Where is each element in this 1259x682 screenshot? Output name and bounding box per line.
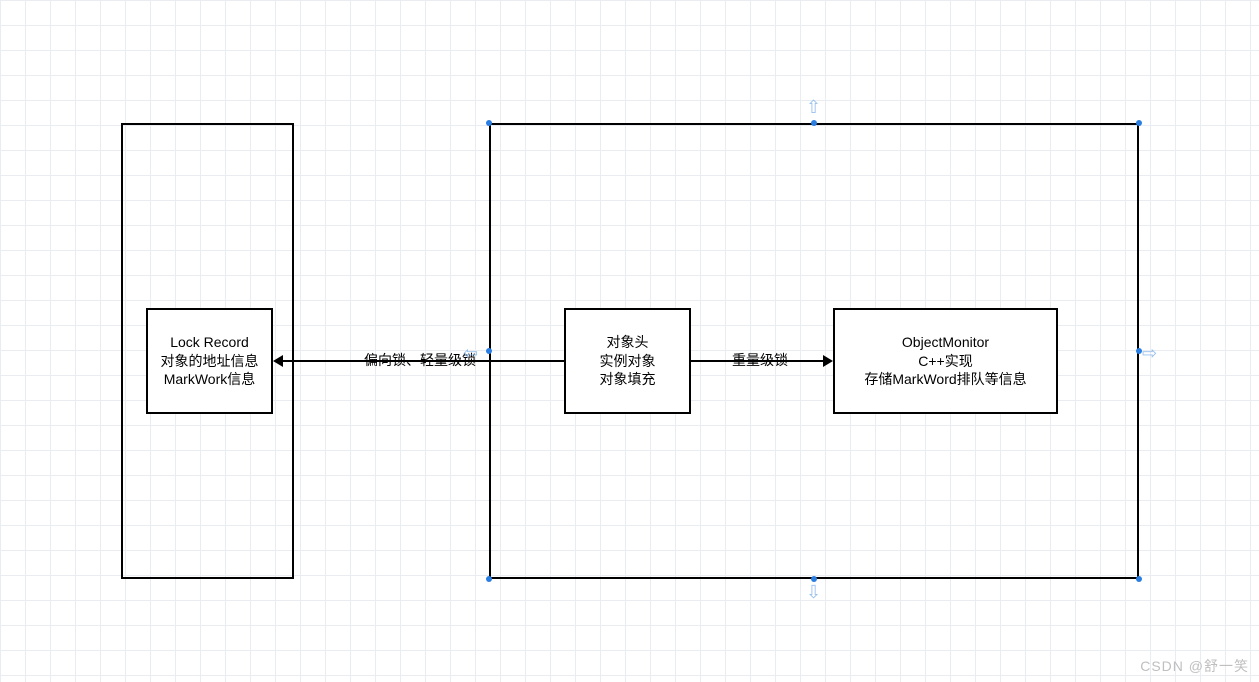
node-lock-record: Lock Record 对象的地址信息 MarkWork信息 [146, 308, 273, 414]
selection-handle[interactable] [486, 348, 492, 354]
edge-heavy-line [691, 360, 823, 362]
selection-arrow-up-icon: ⇧ [806, 97, 821, 118]
selection-handle[interactable] [811, 120, 817, 126]
selection-arrow-down-icon: ⇩ [806, 582, 821, 603]
selection-handle[interactable] [1136, 576, 1142, 582]
object-monitor-line2: C++实现 [918, 352, 972, 371]
diagram-canvas: Lock Record 对象的地址信息 MarkWork信息 对象头 实例对象 … [0, 0, 1259, 682]
selection-handle[interactable] [486, 120, 492, 126]
edge-bias-light-arrowhead [273, 355, 283, 367]
edge-bias-light-line [283, 360, 564, 362]
node-object-head: 对象头 实例对象 对象填充 [564, 308, 691, 414]
object-head-line3: 对象填充 [600, 370, 656, 389]
node-object-monitor: ObjectMonitor C++实现 存储MarkWord排队等信息 [833, 308, 1058, 414]
edge-heavy-arrowhead [823, 355, 833, 367]
lock-record-line3: MarkWork信息 [164, 370, 256, 389]
watermark-text: CSDN @舒一笑 [1140, 656, 1249, 676]
lock-record-line2: 对象的地址信息 [161, 352, 259, 371]
selection-arrow-right-icon: ⇨ [1142, 343, 1157, 364]
selection-handle[interactable] [1136, 348, 1142, 354]
selection-handle[interactable] [1136, 120, 1142, 126]
object-head-line2: 实例对象 [600, 352, 656, 371]
lock-record-line1: Lock Record [170, 333, 249, 352]
object-monitor-line3: 存储MarkWord排队等信息 [864, 370, 1026, 389]
object-monitor-line1: ObjectMonitor [902, 333, 989, 352]
selection-handle[interactable] [486, 576, 492, 582]
selection-handle[interactable] [811, 576, 817, 582]
object-head-line1: 对象头 [607, 333, 649, 352]
